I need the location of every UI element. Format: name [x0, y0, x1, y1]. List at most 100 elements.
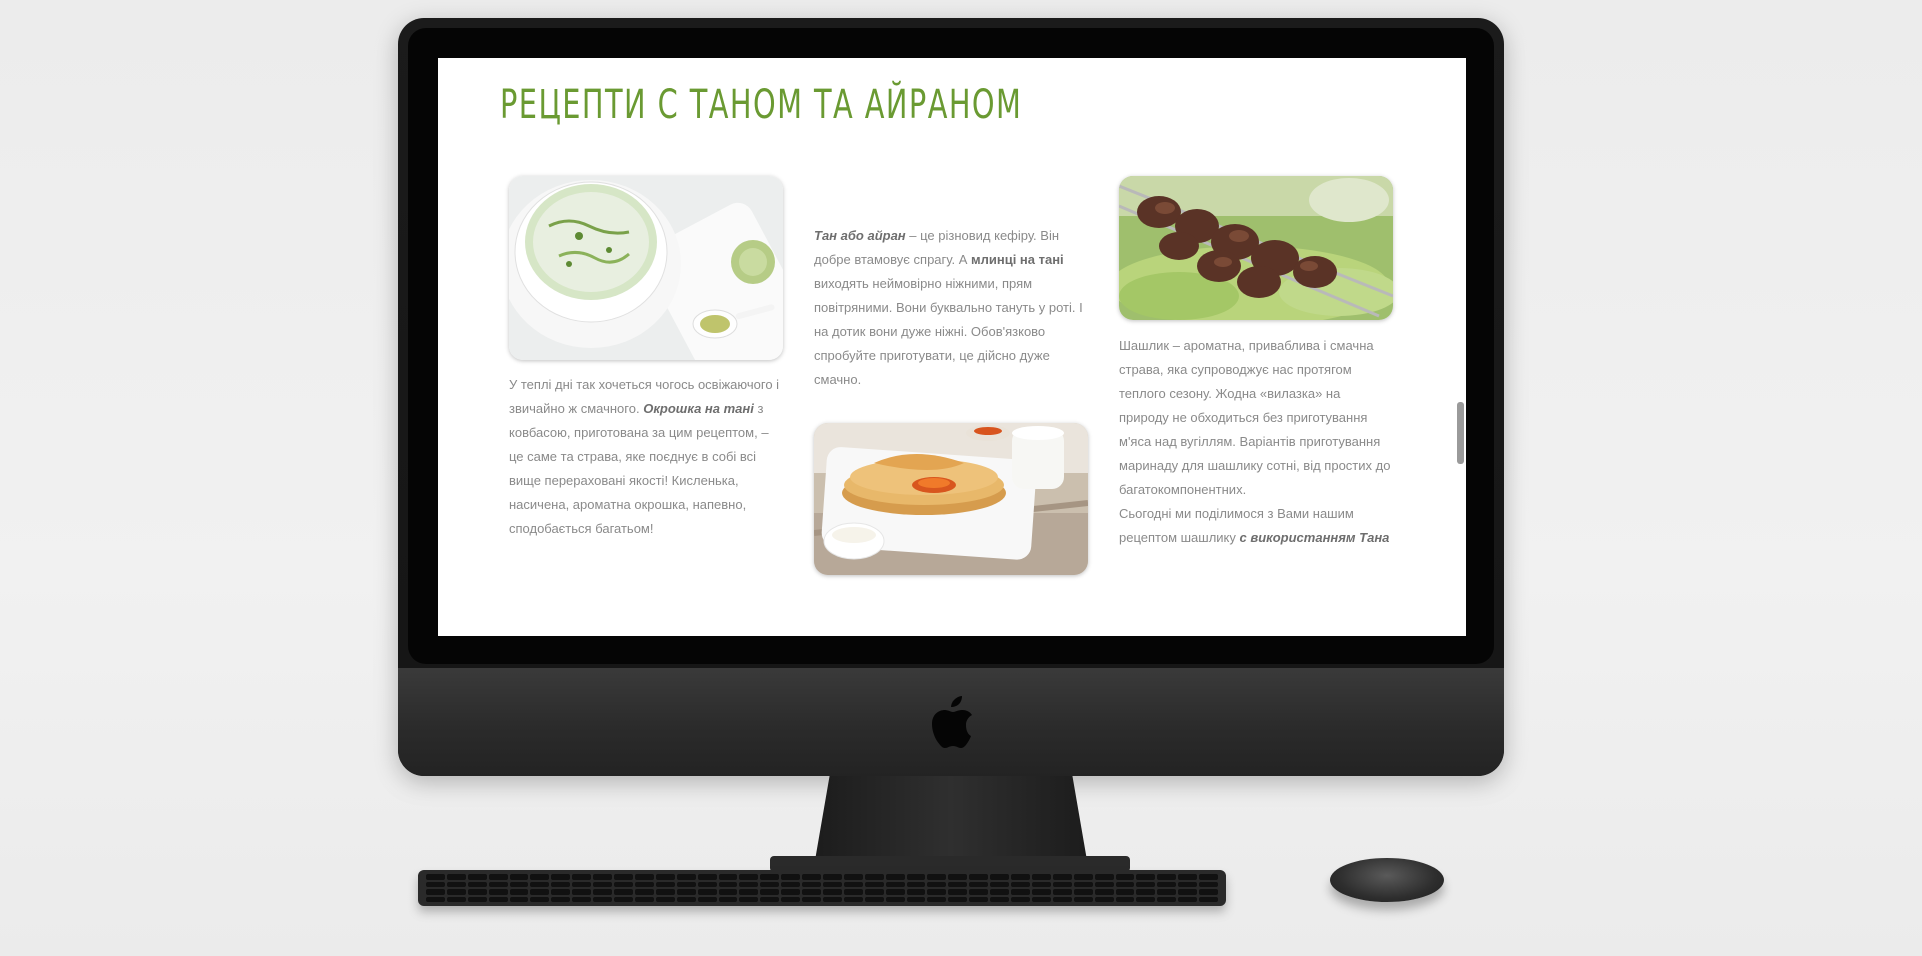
okroshka-photo[interactable] [509, 176, 783, 360]
keyboard-key [802, 896, 821, 902]
keyboard-key [781, 896, 801, 902]
keyboard-key [697, 874, 717, 880]
keyboard-key [948, 881, 968, 887]
keyboard-key [572, 889, 592, 895]
keyboard-key [990, 874, 1010, 880]
keyboard-key [1115, 889, 1135, 895]
keyboard-key [864, 896, 884, 902]
keyboard-key [864, 889, 884, 895]
keyboard-key [426, 874, 445, 880]
keyboard-key [781, 881, 801, 887]
keyboard-key [823, 874, 842, 880]
keyboard-key [530, 881, 550, 887]
keyboard-key [843, 874, 863, 880]
page-title: РЕЦЕПТИ С ТАНОМ ТА АЙРАНОМ [500, 82, 1023, 128]
keyboard-key [1011, 881, 1030, 887]
pancakes-photo[interactable] [814, 423, 1088, 575]
keyboard-key [781, 874, 801, 880]
keyboard-key [1031, 889, 1051, 895]
keyboard-key [1199, 896, 1218, 902]
okroshka-description: У теплі дні так хочеться чогось освіжаюч… [509, 377, 780, 536]
scrollbar-thumb[interactable] [1457, 402, 1464, 464]
keyboard-key [1031, 874, 1051, 880]
keyboard-key [1073, 881, 1093, 887]
keyboard-key [1073, 896, 1093, 902]
keyboard-key [634, 889, 654, 895]
keyboard-key [948, 896, 968, 902]
keyboard-key [446, 889, 466, 895]
keyboard-key [843, 889, 863, 895]
keyboard-key [509, 874, 529, 880]
shashlik-description: Шашлик – ароматна, приваблива і смачна с… [1119, 338, 1391, 545]
keyboard-key [885, 874, 905, 880]
keyboard-key [718, 889, 738, 895]
mockup-scene: РЕЦЕПТИ С ТАНОМ ТА АЙРАНОМ У теплі дні т… [0, 0, 1922, 956]
keyboard-key [1178, 896, 1198, 902]
keyboard-key [488, 889, 508, 895]
keyboard-key [927, 889, 947, 895]
keyboard-key [739, 896, 759, 902]
keyboard-key [467, 889, 487, 895]
keyboard-key [676, 896, 696, 902]
keyboard-key [509, 896, 529, 902]
keyboard-key [948, 874, 968, 880]
keyboard-key [614, 874, 633, 880]
keyboard-key [843, 881, 863, 887]
keyboard-key [906, 896, 926, 902]
keyboard-key [593, 896, 613, 902]
keyboard-key [802, 874, 821, 880]
keyboard-key [655, 874, 675, 880]
keyboard-key [1011, 889, 1030, 895]
keyboard-key [927, 874, 947, 880]
keyboard-key [823, 881, 842, 887]
keyboard-key [530, 874, 550, 880]
keyboard-key [509, 881, 529, 887]
keyboard-key [1031, 881, 1051, 887]
keyboard-key [1136, 881, 1156, 887]
keyboard-key [488, 881, 508, 887]
keyboard-key [885, 896, 905, 902]
keyboard-key [1031, 896, 1051, 902]
keyboard-key [467, 874, 487, 880]
keyboard-key [1199, 889, 1218, 895]
keyboard-key [614, 896, 633, 902]
keyboard-key [969, 881, 989, 887]
keyboard-key [927, 881, 947, 887]
keyboard-key [864, 881, 884, 887]
keyboard-key [906, 874, 926, 880]
keyboard-key [1178, 874, 1198, 880]
keyboard-key [426, 881, 445, 887]
keyboard-key [1157, 896, 1177, 902]
keyboard-key [1115, 896, 1135, 902]
keyboard-key [823, 896, 842, 902]
keyboard-key [572, 896, 592, 902]
keyboard-key [614, 889, 633, 895]
shashlik-photo[interactable] [1119, 176, 1393, 320]
keyboard-key [1073, 889, 1093, 895]
keyboard-key [802, 881, 821, 887]
keyboard-key [1011, 896, 1030, 902]
keyboard-key [781, 889, 801, 895]
keyboard-key [614, 881, 633, 887]
keyboard-key [1094, 896, 1114, 902]
keyboard-key [1011, 874, 1030, 880]
keyboard-key [446, 874, 466, 880]
keyboard-key [634, 881, 654, 887]
keyboard-key [1136, 874, 1156, 880]
keyboard-key [802, 889, 821, 895]
mouse [1330, 858, 1444, 902]
keyboard-key [739, 874, 759, 880]
keyboard-key [446, 881, 466, 887]
keyboard-key [1094, 889, 1114, 895]
keyboard-key [1178, 881, 1198, 887]
keyboard-key [1052, 874, 1072, 880]
keyboard-key [906, 881, 926, 887]
keyboard-key [551, 881, 571, 887]
keyboard-key [488, 874, 508, 880]
keyboard-key [697, 881, 717, 887]
keyboard-key [990, 896, 1010, 902]
keyboard-key [467, 881, 487, 887]
keyboard-key [969, 896, 989, 902]
keyboard-key [634, 896, 654, 902]
keyboard-key [426, 889, 445, 895]
